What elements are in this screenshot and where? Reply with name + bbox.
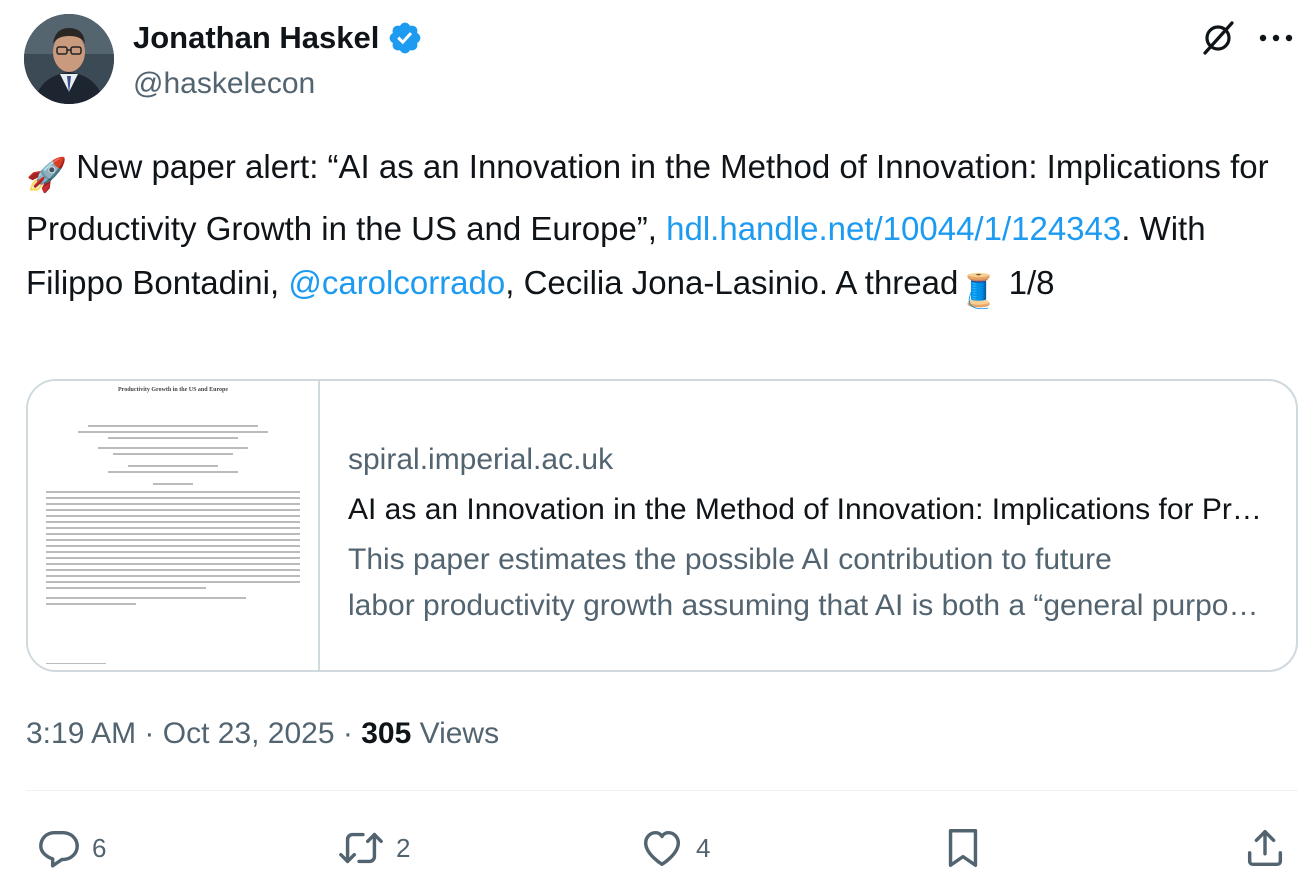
more-options-button[interactable] xyxy=(1254,18,1298,58)
bookmark-button[interactable] xyxy=(940,820,986,876)
bookmark-icon xyxy=(948,829,978,867)
grok-button[interactable] xyxy=(1196,18,1240,58)
card-description-line: This paper estimates the possible AI con… xyxy=(348,543,1112,576)
views-label: Views xyxy=(411,717,500,750)
card-description: This paper estimates the possible AI con… xyxy=(348,537,1268,629)
share-button[interactable] xyxy=(1242,820,1288,876)
avatar-photo xyxy=(24,14,114,104)
card-title: AI as an Innovation in the Method of Inn… xyxy=(348,493,1268,526)
avatar[interactable] xyxy=(24,14,114,104)
reply-count: 6 xyxy=(92,832,107,863)
card-description-line: labor productivity growth assuming that … xyxy=(348,589,1268,622)
card-domain: spiral.imperial.ac.uk xyxy=(348,443,614,476)
like-count: 4 xyxy=(696,832,711,863)
meta-separator: · xyxy=(136,717,163,750)
tweet-meta: 3:19 AM · Oct 23, 2025 · 305 Views xyxy=(26,712,499,756)
repost-count: 2 xyxy=(396,832,411,863)
author-name[interactable]: Jonathan Haskel xyxy=(133,18,379,58)
like-button[interactable]: 4 xyxy=(638,820,710,876)
author-name-row[interactable]: Jonathan Haskel xyxy=(133,18,423,58)
reply-icon xyxy=(39,830,79,868)
views-count: 305 xyxy=(361,717,412,750)
rocket-emoji: 🚀 xyxy=(26,156,68,193)
card-thumbnail: Productivity Growth in the US and Europe xyxy=(28,381,320,670)
mention-link[interactable]: @carolcorrado xyxy=(288,264,505,301)
tweet-date[interactable]: Oct 23, 2025 xyxy=(163,717,335,750)
thread-emoji: 🧵 xyxy=(958,272,1000,309)
grok-icon xyxy=(1203,21,1234,55)
reply-button[interactable]: 6 xyxy=(36,820,106,876)
meta-separator: · xyxy=(334,717,362,750)
verified-badge-icon[interactable] xyxy=(387,20,423,56)
card-body: spiral.imperial.ac.uk AI as an Innovatio… xyxy=(320,381,1296,670)
repost-button[interactable]: 2 xyxy=(336,820,410,876)
tweet-text: 🚀 New paper alert: “AI as an Innovation … xyxy=(26,140,1296,318)
paper-link[interactable]: hdl.handle.net/10044/1/124343 xyxy=(666,210,1121,247)
author-handle[interactable]: @haskelecon xyxy=(133,66,315,102)
share-icon xyxy=(1247,829,1283,867)
tweet-text-part: 1/8 xyxy=(999,264,1055,301)
link-preview-card[interactable]: Productivity Growth in the US and Europe xyxy=(26,379,1298,672)
more-dots-icon xyxy=(1259,34,1293,42)
divider xyxy=(26,790,1298,791)
thumb-heading: Productivity Growth in the US and Europe xyxy=(118,387,228,393)
paper-thumbnail-image: Productivity Growth in the US and Europe xyxy=(28,381,318,670)
heart-icon xyxy=(643,830,681,867)
tweet-text-part: , Cecilia Jona-Lasinio. A thread xyxy=(505,264,959,301)
repost-icon xyxy=(339,832,383,864)
tweet-time[interactable]: 3:19 AM xyxy=(26,717,136,750)
